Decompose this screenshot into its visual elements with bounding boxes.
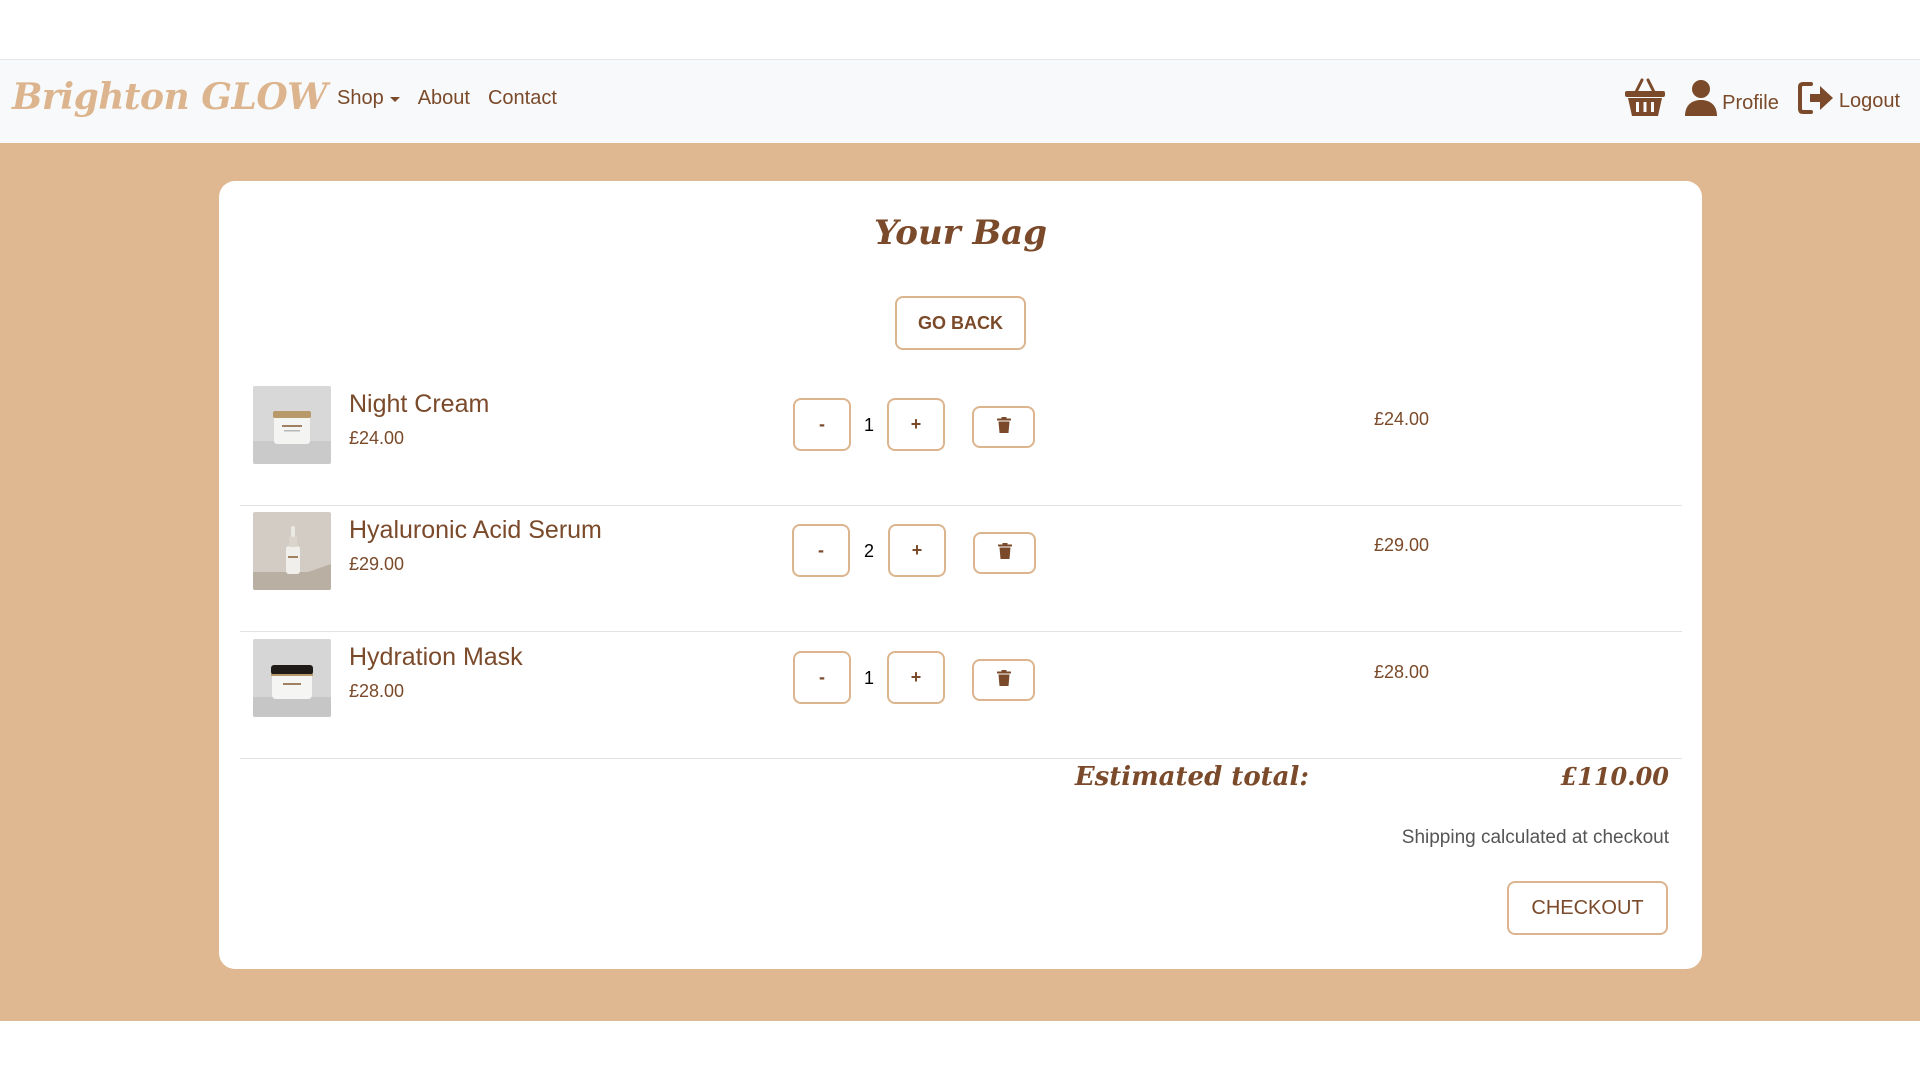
shipping-note: Shipping calculated at checkout [1401, 827, 1669, 848]
quantity-value: 1 [863, 415, 874, 435]
remove-item-button[interactable] [972, 659, 1035, 701]
product-image [253, 512, 331, 590]
nav-links: Shop About Contact [337, 87, 557, 110]
nav-actions: Profile Logout [1624, 78, 1900, 118]
trash-icon [997, 542, 1012, 564]
profile-label: Profile [1722, 92, 1779, 114]
nav-shop-dropdown[interactable]: Shop [337, 87, 400, 110]
estimated-total-value: £110.00 [1560, 762, 1669, 791]
product-name[interactable]: Hyaluronic Acid Serum [349, 516, 602, 545]
navbar: Brighton GLOW Shop About Contact Profile… [0, 59, 1920, 143]
checkout-button[interactable]: CHECKOUT [1507, 881, 1668, 935]
trash-icon [996, 669, 1011, 691]
increase-quantity-button[interactable]: + [888, 524, 946, 577]
nav-about-label: About [417, 87, 470, 109]
basket-icon [1624, 78, 1666, 118]
decrease-quantity-button[interactable]: - [793, 651, 851, 704]
remove-item-button[interactable] [973, 532, 1036, 574]
line-total: £29.00 [1373, 535, 1429, 555]
brand-logo[interactable]: Brighton GLOW [12, 76, 328, 118]
basket-button[interactable] [1624, 78, 1666, 118]
logout-label: Logout [1838, 90, 1900, 112]
page-title: Your Bag [873, 213, 1047, 253]
product-image [253, 386, 331, 464]
profile-link[interactable]: Profile [1684, 79, 1779, 117]
go-back-button[interactable]: GO BACK [895, 296, 1026, 350]
quantity-value: 2 [863, 541, 874, 561]
nav-contact-link[interactable]: Contact [488, 87, 557, 110]
cart-item: Hyaluronic Acid Serum £29.00 - 2 + £29.0… [240, 505, 1682, 632]
nav-about-link[interactable]: About [418, 87, 470, 110]
cart-item: Hydration Mask £28.00 - 1 + £28.00 [240, 632, 1682, 759]
decrease-quantity-button[interactable]: - [792, 524, 850, 577]
product-name[interactable]: Hydration Mask [349, 643, 523, 672]
logout-link[interactable]: Logout [1797, 81, 1900, 115]
product-unit-price: £29.00 [349, 554, 405, 574]
decrease-quantity-button[interactable]: - [793, 398, 851, 451]
cart-item: Night Cream £24.00 - 1 + £24.00 [240, 379, 1682, 506]
page: Brighton GLOW Shop About Contact Profile… [0, 0, 1920, 1080]
remove-item-button[interactable] [972, 406, 1035, 448]
nav-shop-label: Shop [337, 87, 384, 109]
nav-contact-label: Contact [487, 87, 557, 109]
line-total: £24.00 [1373, 409, 1429, 429]
estimated-total-label: Estimated total: [1074, 762, 1309, 792]
product-unit-price: £28.00 [349, 681, 405, 701]
increase-quantity-button[interactable]: + [887, 651, 945, 704]
line-total: £28.00 [1373, 662, 1429, 682]
product-unit-price: £24.00 [349, 428, 405, 448]
caret-down-icon [389, 97, 400, 102]
bag-card: Your Bag GO BACK Night Cream £24.00 - 1 … [219, 181, 1702, 969]
quantity-value: 1 [863, 668, 874, 688]
product-image [253, 639, 331, 717]
product-name[interactable]: Night Cream [349, 390, 489, 419]
user-icon [1684, 79, 1718, 117]
increase-quantity-button[interactable]: + [887, 398, 945, 451]
trash-icon [996, 416, 1011, 438]
logout-icon [1797, 81, 1835, 115]
